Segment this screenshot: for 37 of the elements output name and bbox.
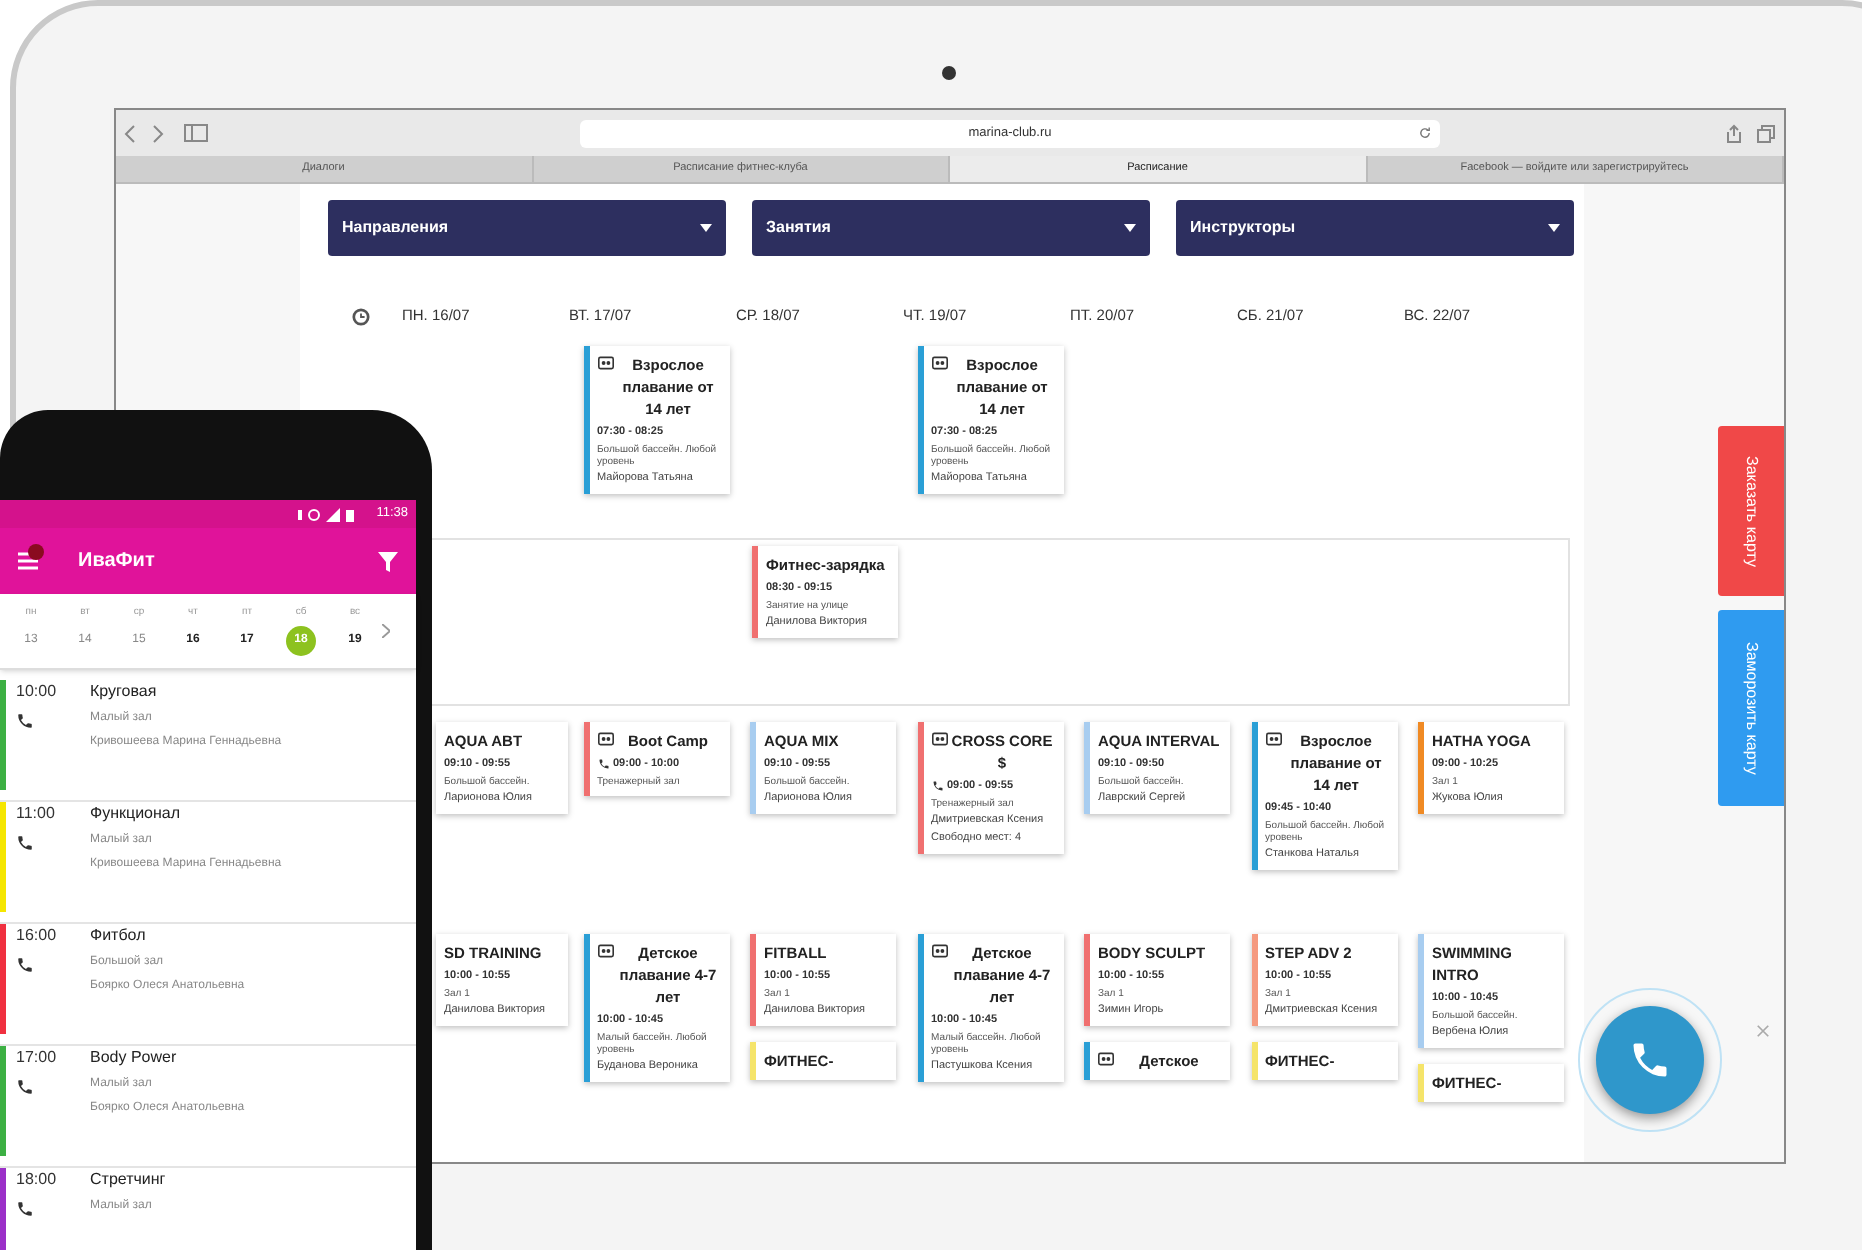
phone-icon xyxy=(931,780,943,792)
class-time: 17:00 xyxy=(16,1046,59,1070)
chevron-right-icon[interactable] xyxy=(382,624,390,639)
side-tab-button[interactable]: Заказать карту xyxy=(1718,426,1784,596)
reload-icon[interactable] xyxy=(1418,126,1432,140)
class-time: 18:00 xyxy=(16,1168,59,1192)
caret-icon xyxy=(1124,224,1136,232)
phone-icon xyxy=(16,1078,34,1096)
phone-icon xyxy=(16,834,34,852)
class-time: 16:00 xyxy=(16,924,59,948)
class-title: Функционал xyxy=(90,802,183,826)
class-title: Body Power xyxy=(90,1046,179,1070)
filter-dropdown[interactable]: Занятия xyxy=(752,200,1150,256)
filter-dropdown[interactable]: Направления xyxy=(328,200,726,256)
sidebar-icon[interactable] xyxy=(184,124,208,142)
tabs-icon[interactable] xyxy=(1756,123,1776,143)
share-icon[interactable] xyxy=(1724,123,1744,143)
clock-icon xyxy=(352,307,370,325)
class-title: Стретчинг xyxy=(90,1168,166,1192)
app-title: ИваФит xyxy=(78,548,155,577)
camera-icon xyxy=(942,66,956,80)
filter-dropdown[interactable]: Инструкторы xyxy=(1176,200,1574,256)
phone-icon xyxy=(16,1200,34,1218)
phone-icon xyxy=(1628,1038,1672,1082)
menu-icon[interactable] xyxy=(18,552,38,571)
close-icon[interactable] xyxy=(1756,1024,1770,1038)
class-time: 11:00 xyxy=(16,802,57,826)
phone-icon xyxy=(597,758,609,770)
call-button[interactable] xyxy=(1578,988,1722,1132)
class-title: Фитбол xyxy=(90,924,148,948)
caret-icon xyxy=(700,224,712,232)
filter-icon[interactable] xyxy=(378,551,398,572)
class-title: Круговая xyxy=(90,680,159,704)
phone-icon xyxy=(16,956,34,974)
caret-icon xyxy=(1548,224,1560,232)
class-time: 10:00 xyxy=(16,680,59,704)
phone-icon xyxy=(16,712,34,730)
